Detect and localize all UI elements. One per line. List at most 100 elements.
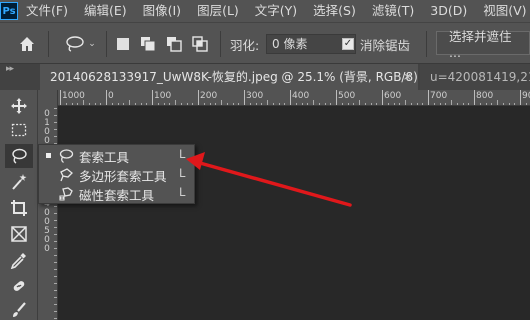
flyout-item-polygonal-lasso[interactable]: 多边形套索工具 L (39, 165, 194, 184)
menu-select[interactable]: 选择(S) (305, 0, 364, 22)
menu-view[interactable]: 视图(V) (475, 0, 530, 22)
ruler-minor-tick (215, 103, 217, 105)
healing-brush-tool-icon[interactable] (5, 274, 33, 298)
ruler-minor-tick (399, 103, 401, 105)
ruler-minor-tick (295, 103, 297, 105)
eyedropper-tool-icon[interactable] (5, 248, 33, 272)
marquee-tool-icon[interactable] (5, 118, 33, 142)
ruler-tick-label: 300 (246, 91, 264, 101)
brush-tool-icon[interactable] (5, 298, 33, 320)
crop-tool-icon[interactable] (5, 196, 33, 220)
collapse-toolbar-icon[interactable]: ▸▸ (6, 64, 14, 74)
ruler-tick (152, 90, 153, 105)
ruler-minor-tick (359, 100, 360, 105)
ruler-minor-tick (54, 129, 57, 130)
ruler-minor-tick (134, 103, 136, 105)
flyout-item-lasso[interactable]: 套索工具 L (39, 146, 194, 165)
intersect-selection-button[interactable] (190, 33, 210, 55)
ruler-minor-tick (54, 276, 57, 277)
ruler-tick (60, 90, 61, 105)
antialias-checkbox[interactable]: ✓ 消除锯齿 (342, 33, 410, 55)
frame-tool-icon[interactable] (5, 222, 33, 246)
ruler-minor-tick (485, 103, 487, 105)
add-to-selection-button[interactable] (138, 33, 158, 55)
ruler-minor-tick (468, 103, 470, 105)
ruler-minor-tick (54, 227, 57, 228)
menu-file[interactable]: 文件(F) (18, 0, 76, 22)
menu-image[interactable]: 图像(I) (135, 0, 189, 22)
flyout-item-magnetic-lasso[interactable]: 磁性套索工具 L (39, 184, 194, 203)
ruler-minor-tick (221, 100, 222, 105)
ruler-minor-tick (364, 103, 366, 105)
ruler-minor-tick (88, 103, 90, 105)
ruler-tick-label: 100 (154, 91, 172, 101)
ruler-tick (106, 90, 107, 105)
ruler-minor-tick (456, 103, 458, 105)
ruler-minor-tick (514, 103, 516, 105)
ruler-minor-tick (54, 269, 57, 270)
ruler-tick-label: 0 (44, 235, 50, 245)
ruler-minor-tick (347, 103, 349, 105)
ruler-tick-label: 200 (200, 91, 218, 101)
vertical-ruler[interactable]: 0100200300400500 (40, 90, 58, 320)
menu-3d[interactable]: 3D(D) (422, 0, 475, 22)
ruler-minor-tick (272, 103, 274, 105)
ruler-minor-tick (169, 103, 171, 105)
ruler-minor-tick (209, 103, 211, 105)
ruler-minor-tick (341, 103, 343, 105)
ruler-tick-label: 600 (384, 91, 402, 101)
antialias-label: 消除锯齿 (360, 37, 411, 53)
ruler-minor-tick (163, 103, 165, 105)
ruler-tick (336, 90, 337, 105)
ruler-tick-label: 500 (338, 91, 356, 101)
home-icon[interactable] (16, 33, 38, 55)
menu-layer[interactable]: 图层(L) (189, 0, 247, 22)
ruler-minor-tick (157, 103, 159, 105)
menu-filter[interactable]: 滤镜(T) (364, 0, 422, 22)
ruler-tick-label: 0 (44, 127, 50, 137)
horizontal-ruler[interactable]: 100001002003004005006007008009001000 (58, 90, 530, 106)
ruler-minor-tick (192, 103, 194, 105)
ruler-tick-label: 400 (292, 91, 310, 101)
ruler-tick (198, 90, 199, 105)
ruler-minor-tick (54, 283, 57, 284)
ruler-minor-tick (330, 103, 332, 105)
ruler-tick-label: 0 (44, 208, 50, 218)
new-selection-button[interactable] (114, 33, 132, 55)
ruler-minor-tick (445, 103, 447, 105)
ruler-minor-tick (123, 103, 125, 105)
ruler-minor-tick (100, 103, 102, 105)
selected-bullet-icon (46, 153, 51, 158)
ruler-tick-label: 0 (44, 244, 50, 254)
ruler-minor-tick (54, 290, 57, 291)
photoshop-logo[interactable]: Ps (0, 0, 18, 22)
ruler-minor-tick (54, 262, 57, 263)
menu-edit[interactable]: 编辑(E) (76, 0, 135, 22)
select-and-mask-button[interactable]: 选择并遮住 ... (436, 29, 530, 60)
ruler-minor-tick (410, 103, 412, 105)
ruler-minor-tick (54, 311, 57, 312)
checkmark-icon: ✓ (342, 38, 354, 50)
magic-wand-tool-icon[interactable] (5, 170, 33, 194)
lasso-tool-icon[interactable] (5, 144, 33, 168)
ruler-minor-tick (508, 103, 510, 105)
document-tab-active[interactable]: 20140628133917_UwW8K-恢复的.jpeg @ 25.1% (背… (40, 64, 418, 90)
ruler-minor-tick (54, 241, 57, 242)
ruler-tick (474, 90, 475, 105)
ruler-minor-tick (370, 103, 372, 105)
canvas-area[interactable] (40, 90, 530, 320)
menu-type[interactable]: 文字(Y) (247, 0, 305, 22)
ruler-minor-tick (65, 103, 67, 105)
tool-preset-picker[interactable]: ⌄ (60, 33, 100, 55)
ruler-minor-tick (54, 318, 57, 319)
ruler-minor-tick (433, 103, 435, 105)
move-tool-icon[interactable] (5, 94, 33, 118)
close-icon[interactable]: × (403, 64, 412, 90)
ruler-minor-tick (77, 103, 79, 105)
ruler-tick-label: 900 (522, 91, 530, 101)
ruler-minor-tick (313, 100, 314, 105)
document-tab-2[interactable]: u=420081419,21 (420, 64, 530, 90)
flyout-item-label: 套索工具 (79, 150, 130, 165)
ruler-minor-tick (203, 103, 205, 105)
subtract-from-selection-button[interactable] (164, 33, 184, 55)
